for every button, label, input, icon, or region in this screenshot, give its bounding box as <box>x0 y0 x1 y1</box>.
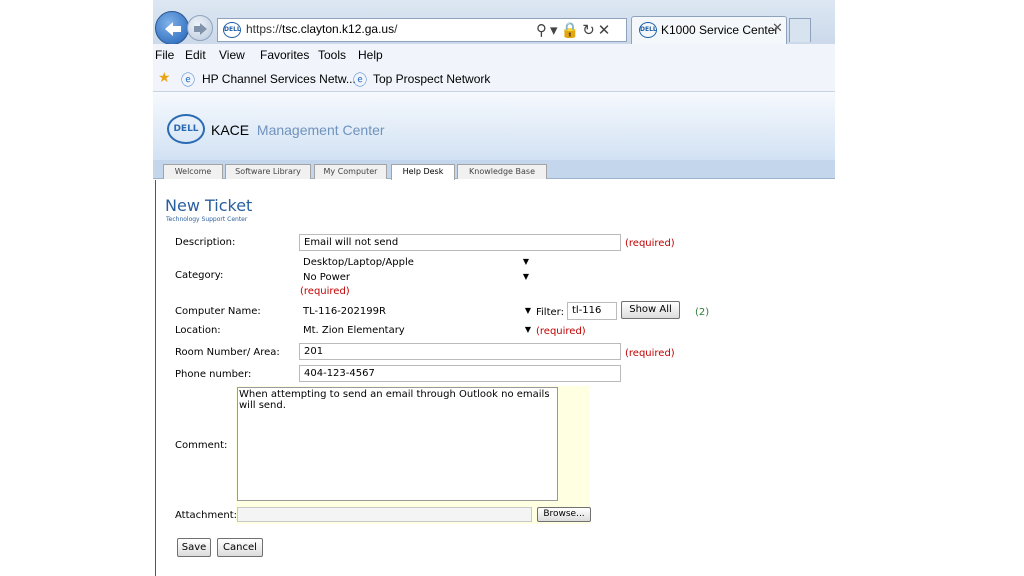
tab-software-library[interactable]: Software Library <box>225 164 311 179</box>
address-bar[interactable]: DELL https://tsc.clayton.k12.ga.us/ ⚲▾🔒↻… <box>217 18 627 42</box>
dropdown-arrow-icon[interactable]: ▾ <box>550 21 561 39</box>
dropdown-arrow-icon: ▼ <box>524 325 531 334</box>
dell-site-icon: DELL <box>223 22 241 38</box>
page-subtitle: Technology Support Center <box>166 216 248 223</box>
computer-name-select[interactable]: TL-116-202199R ▼ <box>299 305 533 319</box>
close-tab-icon[interactable]: ✕ <box>772 21 783 36</box>
description-required: (required) <box>625 238 675 249</box>
search-icon[interactable]: ⚲ <box>536 21 550 39</box>
forward-button[interactable] <box>187 15 213 41</box>
category-select[interactable]: Desktop/Laptop/Apple ▼ <box>299 256 531 269</box>
category-value: Desktop/Laptop/Apple <box>303 257 414 268</box>
room-label: Room Number/ Area: <box>175 347 280 358</box>
favorite-link-top-prospect[interactable]: Top Prospect Network <box>373 72 490 86</box>
back-button[interactable] <box>155 11 189 45</box>
menu-tools[interactable]: Tools <box>318 48 346 62</box>
show-all-button[interactable]: Show All <box>621 301 680 319</box>
kace-product-name: Management Center <box>256 122 385 138</box>
dell-tab-icon: DELL <box>639 22 657 38</box>
kace-title: KACE Management Center <box>211 122 385 138</box>
computer-name-label: Computer Name: <box>175 306 261 317</box>
browser-tab[interactable]: DELL K1000 Service Center ✕ <box>631 16 787 44</box>
menu-favorites[interactable]: Favorites <box>260 48 309 62</box>
back-arrow-icon <box>165 22 181 36</box>
menu-edit[interactable]: Edit <box>185 48 206 62</box>
menu-view[interactable]: View <box>219 48 245 62</box>
description-label: Description: <box>175 237 236 248</box>
category-label: Category: <box>175 270 224 281</box>
url-prefix: https:// <box>246 22 283 36</box>
refresh-icon[interactable]: ↻ <box>582 21 598 39</box>
category-required: (required) <box>300 286 350 297</box>
computer-name-value: TL-116-202199R <box>303 306 386 317</box>
lock-icon[interactable]: 🔒 <box>561 21 583 39</box>
url-suffix: / <box>394 22 398 36</box>
browser-title-bar: DELL https://tsc.clayton.k12.ga.us/ ⚲▾🔒↻… <box>153 0 835 45</box>
phone-field[interactable]: 404-123-4567 <box>299 365 621 382</box>
stop-icon[interactable]: ✕ <box>598 21 614 39</box>
kace-tab-strip: Welcome Software Library My Computer Hel… <box>153 160 835 180</box>
filter-label: Filter: <box>536 307 564 318</box>
url-text[interactable]: https://tsc.clayton.k12.ga.us/ <box>246 22 397 36</box>
location-select[interactable]: Mt. Zion Elementary ▼ <box>299 324 533 338</box>
location-label: Location: <box>175 325 221 336</box>
url-host: tsc.clayton.k12.ga.us <box>282 22 395 36</box>
comment-area: When attempting to send an email through… <box>236 386 590 518</box>
address-bar-actions: ⚲▾🔒↻✕ <box>536 21 613 39</box>
kace-brand: KACE <box>211 122 250 138</box>
dropdown-arrow-icon: ▼ <box>522 272 529 281</box>
menu-file[interactable]: File <box>155 48 174 62</box>
kace-header: DELL KACE Management Center <box>153 92 835 160</box>
subcategory-select[interactable]: No Power ▼ <box>299 271 531 284</box>
save-button[interactable]: Save <box>177 538 211 557</box>
phone-label: Phone number: <box>175 369 252 380</box>
cancel-button[interactable]: Cancel <box>217 538 263 557</box>
location-value: Mt. Zion Elementary <box>303 325 405 336</box>
browse-button[interactable]: Browse... <box>537 507 591 522</box>
favorite-link-hp[interactable]: HP Channel Services Netw... <box>202 72 356 86</box>
new-tab-button[interactable] <box>789 18 811 42</box>
menu-bar: File Edit View Favorites Tools Help <box>153 44 835 66</box>
tab-welcome[interactable]: Welcome <box>163 164 223 179</box>
forward-arrow-icon <box>194 23 207 35</box>
ie-page-icon: ⓔ <box>353 73 367 89</box>
location-required: (required) <box>536 326 586 337</box>
dropdown-arrow-icon: ▼ <box>522 257 529 266</box>
tab-knowledge-base[interactable]: Knowledge Base <box>457 164 547 179</box>
menu-help[interactable]: Help <box>358 48 383 62</box>
tab-my-computer[interactable]: My Computer <box>314 164 387 179</box>
ie-page-icon: ⓔ <box>181 73 195 89</box>
room-required: (required) <box>625 348 675 359</box>
new-ticket-form: New Ticket Technology Support Center Des… <box>155 180 835 576</box>
description-field[interactable]: Email will not send <box>299 234 621 251</box>
tab-title: K1000 Service Center <box>661 23 779 37</box>
subcategory-value: No Power <box>303 272 351 283</box>
dell-logo: DELL <box>167 114 205 144</box>
attachment-path-field[interactable] <box>237 507 532 522</box>
attachment-row: Browse... <box>236 506 591 524</box>
tab-help-desk[interactable]: Help Desk <box>391 164 455 180</box>
favorites-bar: ★ ⓔ HP Channel Services Netw... ⓔ Top Pr… <box>153 66 835 92</box>
browser-window: DELL https://tsc.clayton.k12.ga.us/ ⚲▾🔒↻… <box>153 0 835 576</box>
room-field[interactable]: 201 <box>299 343 621 360</box>
comment-label: Comment: <box>175 440 228 451</box>
match-count: (2) <box>695 307 710 318</box>
favorites-star-icon[interactable]: ★ <box>158 70 171 86</box>
attachment-label: Attachment: <box>175 510 237 521</box>
comment-textarea[interactable]: When attempting to send an email through… <box>237 387 558 501</box>
filter-field[interactable]: tl-116 <box>567 302 617 320</box>
dropdown-arrow-icon: ▼ <box>524 306 531 315</box>
page-title: New Ticket <box>165 196 253 215</box>
